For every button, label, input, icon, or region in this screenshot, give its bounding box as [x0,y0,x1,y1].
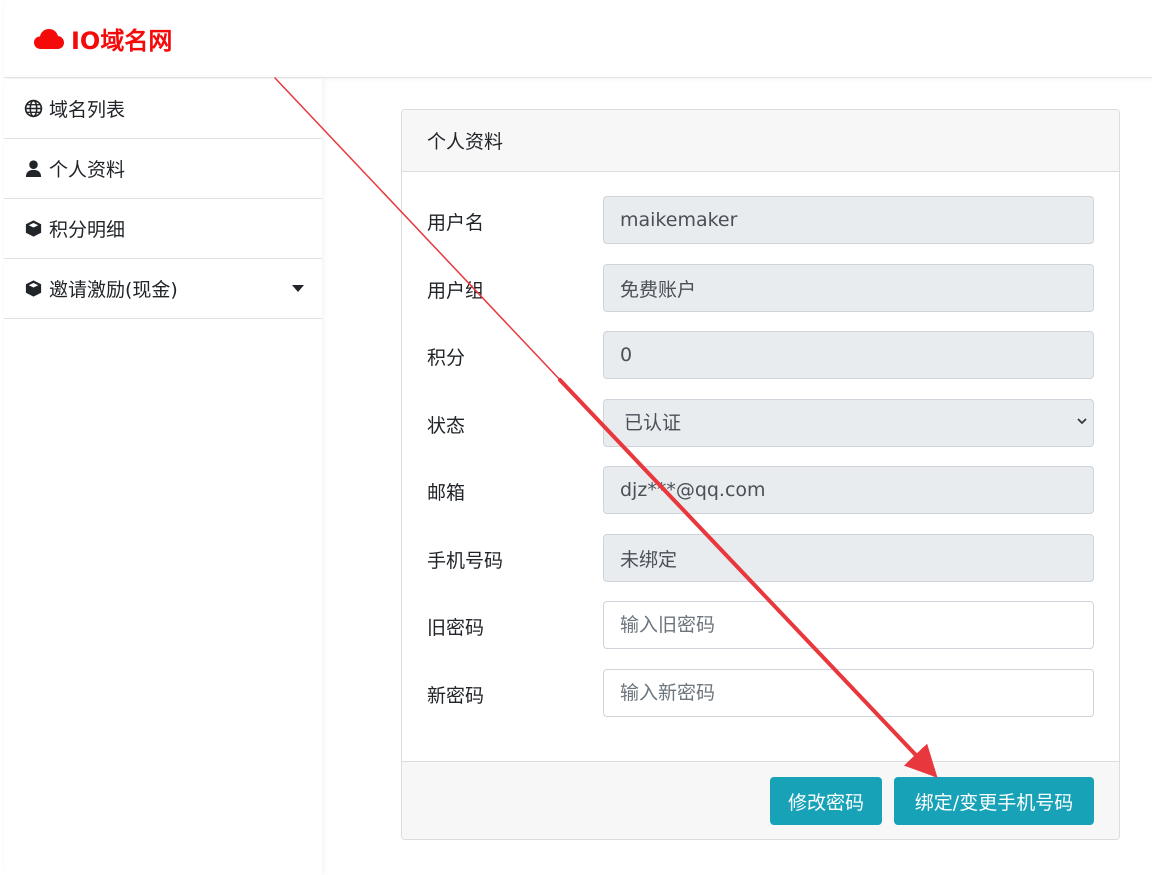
globe-icon [23,99,43,119]
cube-icon [23,219,43,239]
sidebar-item-label: 个人资料 [49,159,126,181]
sidebar-item-label: 积分明细 [49,219,126,241]
points-field [603,331,1094,379]
profile-card: 个人资料 用户名 用户组 积分 状态 已认证 邮箱 手机号码 旧密码 新密码 [401,109,1120,840]
top-navbar: IO域名网 [4,0,1152,78]
new-password-row: 新密码 [402,669,1119,717]
user-group-label: 用户组 [427,280,485,302]
card-footer: 修改密码 绑定/变更手机号码 [402,761,1119,839]
new-password-input[interactable] [603,669,1094,717]
new-password-label: 新密码 [427,685,485,707]
sidebar-item-points-detail[interactable]: 积分明细 [4,199,322,259]
card-header: 个人资料 [402,110,1119,172]
phone-label: 手机号码 [427,550,504,572]
cube-icon [23,279,43,299]
points-label: 积分 [427,347,466,369]
email-row: 邮箱 [402,466,1119,514]
sidebar-item-label: 域名列表 [49,99,126,121]
sidebar-item-profile[interactable]: 个人资料 [4,139,322,199]
change-password-button[interactable]: 修改密码 [770,777,882,825]
user-group-field [603,264,1094,312]
brand-logo[interactable]: IO域名网 [33,21,172,56]
user-group-row: 用户组 [402,264,1119,312]
username-label: 用户名 [427,212,485,234]
points-row: 积分 [402,331,1119,379]
bind-phone-button[interactable]: 绑定/变更手机号码 [894,777,1094,825]
sidebar-item-domain-list[interactable]: 域名列表 [4,79,322,139]
phone-row: 手机号码 [402,534,1119,582]
sidebar: 域名列表 个人资料 积分明细 邀请激励(现金) [4,79,322,875]
user-icon [23,159,43,179]
status-row: 状态 已认证 [402,399,1119,447]
caret-down-icon[interactable] [292,285,304,292]
card-title: 个人资料 [427,131,504,153]
old-password-label: 旧密码 [427,617,485,639]
sidebar-item-invite-reward[interactable]: 邀请激励(现金) [4,259,322,319]
username-field [603,196,1094,244]
sidebar-item-label: 邀请激励(现金) [49,279,178,301]
old-password-row: 旧密码 [402,601,1119,649]
cloud-icon [34,28,64,49]
old-password-input[interactable] [603,601,1094,649]
email-label: 邮箱 [427,482,466,504]
phone-field [603,534,1094,582]
username-row: 用户名 [402,196,1119,244]
brand-name: IO域名网 [71,27,173,55]
status-select[interactable]: 已认证 [603,399,1094,447]
status-label: 状态 [427,415,466,437]
email-field [603,466,1094,514]
